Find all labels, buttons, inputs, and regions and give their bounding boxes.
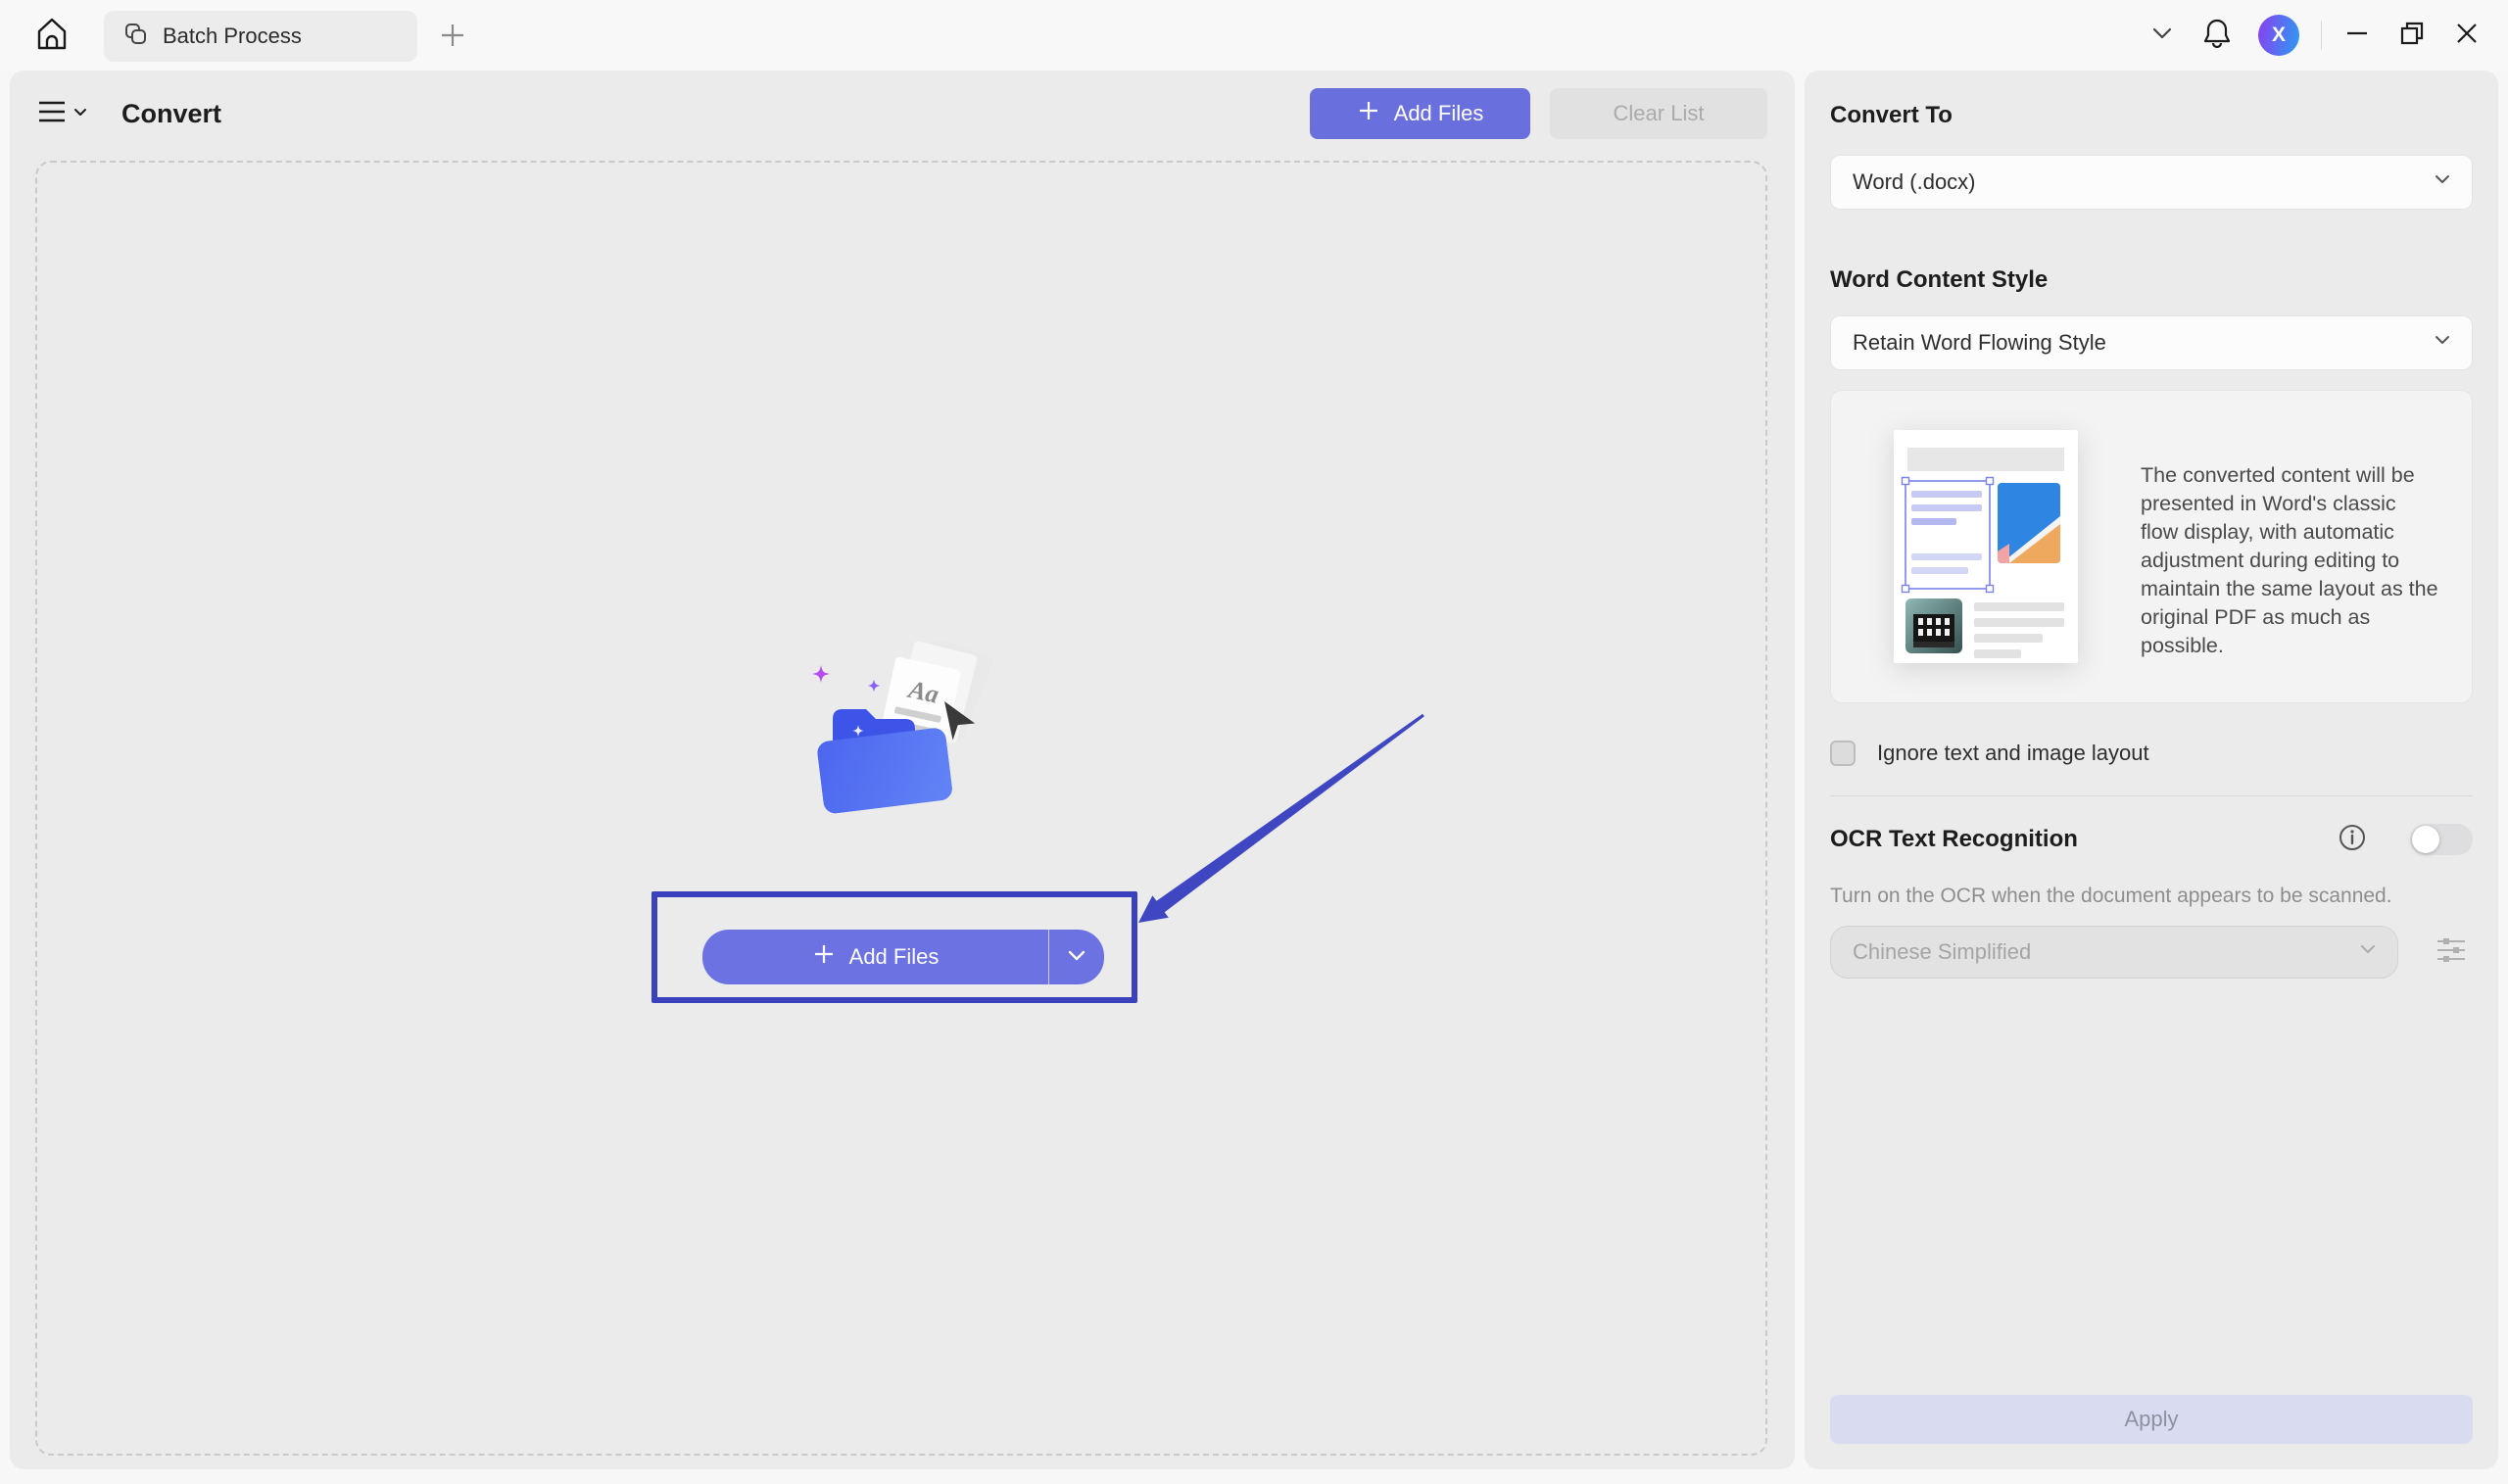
convert-panel-header: Convert Add Files Clear List: [10, 88, 1795, 139]
add-files-label: Add Files: [1394, 101, 1484, 126]
toggle-knob: [2412, 826, 2439, 853]
sliders-icon: [2434, 933, 2469, 973]
bell-icon: [2202, 18, 2232, 54]
minimize-icon: [2344, 21, 2370, 51]
content-style-select[interactable]: Retain Word Flowing Style: [1830, 315, 2473, 370]
content-style-value: Retain Word Flowing Style: [1853, 330, 2106, 356]
home-button[interactable]: [29, 14, 74, 59]
close-icon: [2454, 21, 2480, 51]
notifications-button[interactable]: [2190, 8, 2244, 63]
convert-to-heading: Convert To: [1830, 102, 2473, 129]
ocr-advanced-settings-button[interactable]: [2430, 931, 2473, 974]
titlebar: Batch Process X: [0, 0, 2508, 71]
ocr-row: OCR Text Recognition: [1830, 824, 2473, 855]
chevron-down-icon: [1066, 944, 1087, 971]
sidebar-divider: [1830, 795, 2473, 796]
home-icon: [35, 17, 69, 57]
batch-process-icon: [123, 22, 149, 52]
style-description: The converted content will be presented …: [2141, 461, 2438, 660]
titlebar-divider: [2321, 21, 2322, 50]
new-tab-button[interactable]: [437, 22, 468, 53]
collapse-toolbar-button[interactable]: [2135, 8, 2190, 63]
add-files-dropdown-button[interactable]: [1049, 930, 1104, 984]
plus-icon: [439, 22, 466, 54]
chevron-down-icon: [2358, 939, 2378, 965]
titlebar-right: X: [2135, 0, 2508, 71]
convert-to-select[interactable]: Word (.docx): [1830, 155, 2473, 210]
ocr-language-select[interactable]: Chinese Simplified: [1830, 926, 2398, 979]
ignore-layout-label: Ignore text and image layout: [1877, 741, 2149, 766]
clear-list-label: Clear List: [1614, 101, 1705, 126]
app-window: Batch Process X: [0, 0, 2508, 1484]
style-preview-illustration: [1894, 430, 2078, 663]
chevron-down-icon: [2433, 330, 2452, 356]
restore-icon: [2398, 20, 2426, 52]
ocr-language-value: Chinese Simplified: [1853, 939, 2031, 965]
ocr-language-row: Chinese Simplified: [1830, 926, 2473, 979]
restore-button[interactable]: [2385, 8, 2439, 63]
content-style-heading: Word Content Style: [1830, 266, 2473, 294]
page-title: Convert: [121, 99, 221, 129]
settings-sidebar: Convert To Word (.docx) Word Content Sty…: [1805, 71, 2498, 1469]
ocr-toggle[interactable]: [2410, 824, 2473, 855]
ignore-layout-row: Ignore text and image layout: [1830, 741, 2473, 766]
close-button[interactable]: [2439, 8, 2494, 63]
avatar-initial: X: [2272, 24, 2286, 47]
sparkle: [812, 665, 830, 683]
drop-illustration: Aa: [805, 641, 1021, 827]
chevron-down-icon: [2433, 169, 2452, 195]
convert-to-value: Word (.docx): [1853, 169, 1976, 195]
chevron-down-icon: [2149, 21, 2175, 51]
sparkle: [868, 680, 881, 693]
avatar[interactable]: X: [2258, 15, 2299, 56]
ocr-hint-text: Turn on the OCR when the document appear…: [1830, 885, 2473, 908]
minimize-button[interactable]: [2330, 8, 2385, 63]
chevron-down-icon: [72, 104, 88, 124]
ocr-heading: OCR Text Recognition: [1830, 826, 2078, 853]
mode-menu-button[interactable]: [37, 99, 88, 129]
add-files-button[interactable]: Add Files: [1310, 88, 1530, 139]
toolbar-actions: Add Files Clear List: [1310, 88, 1767, 139]
file-dropzone[interactable]: Aa: [35, 161, 1767, 1456]
plus-icon: [1357, 99, 1380, 128]
clear-list-button[interactable]: Clear List: [1550, 88, 1767, 139]
add-files-button-main[interactable]: Add Files: [702, 930, 1049, 984]
ignore-layout-checkbox[interactable]: [1830, 741, 1856, 766]
add-files-split-button: Add Files: [702, 930, 1104, 984]
tab-label: Batch Process: [163, 24, 302, 49]
apply-button[interactable]: Apply: [1830, 1395, 2473, 1444]
info-icon: [2338, 823, 2367, 857]
add-files-label: Add Files: [849, 944, 940, 970]
ocr-info-button[interactable]: [2338, 825, 2367, 854]
style-preview-card: The converted content will be presented …: [1830, 390, 2473, 703]
tab-batch-process[interactable]: Batch Process: [104, 11, 417, 62]
plus-icon: [812, 942, 836, 972]
hamburger-icon: [37, 99, 67, 129]
convert-panel: Convert Add Files Clear List: [10, 71, 1795, 1469]
